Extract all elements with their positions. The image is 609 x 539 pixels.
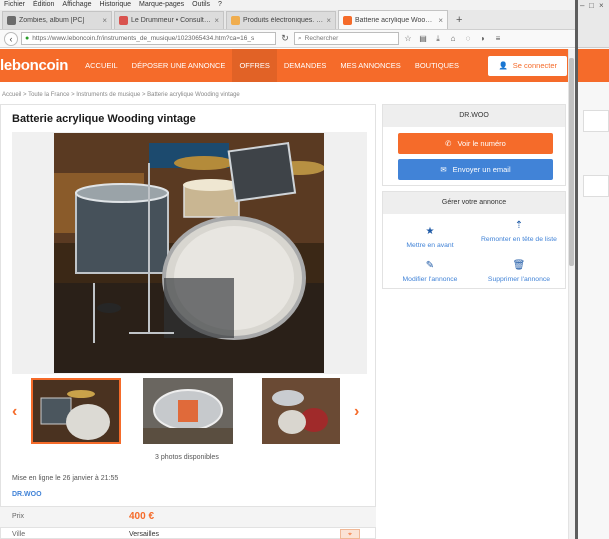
breadcrumb[interactable]: Accueil > Toute la France > Instruments … [2,92,240,98]
tab-close-icon[interactable]: × [326,16,331,25]
sort-up-icon: ⇡ [514,220,524,231]
browser-tab-4-active[interactable]: Batterie acrylique Wooding... × [338,10,448,29]
thumbnail-3[interactable] [262,378,340,444]
send-email-button[interactable]: ✉ Envoyer un email [398,159,553,180]
pocket-icon[interactable]: ◗ [477,34,489,43]
home-icon[interactable]: ⌂ [447,34,459,43]
browser-tab-2[interactable]: Le Drummeur • Consulter le... × [114,11,224,29]
nav-mes-annonces[interactable]: MES ANNONCES [333,49,407,82]
nav-deposer[interactable]: DÉPOSER UNE ANNONCE [125,49,233,82]
tab-label: Zombies, album [PC] [19,17,85,24]
menu-item-tools[interactable]: Outils [192,0,210,10]
bookmark-star-icon[interactable]: ☆ [402,34,414,43]
download-icon[interactable]: ⤓ [432,34,444,44]
edit-ad-button[interactable]: ✎ Modifier l'annonce [390,260,470,284]
tab-favicon-icon [119,16,128,25]
prev-photo-icon[interactable]: ‹ [12,403,17,421]
lock-icon: ● [25,35,30,42]
photo-count: 3 photos disponibles [155,454,219,461]
city-label: Ville [12,531,26,538]
price-row [0,506,376,528]
nav-accueil[interactable]: ACCUEIL [78,49,125,82]
tab-label: Produits électroniques. Vo... [243,17,324,24]
nav-boutiques[interactable]: BOUTIQUES [408,49,466,82]
star-icon: ★ [425,226,435,237]
minimize-icon[interactable]: – [580,1,584,10]
browser-tab-3[interactable]: Produits électroniques. Vo... × [226,11,336,29]
user-icon: 👤 [498,61,508,70]
adjacent-window-box [583,110,609,132]
city-row [0,528,376,539]
page-title: Batterie acrylique Wooding vintage [12,113,196,125]
browser-tab-1[interactable]: Zombies, album [PC] × [2,11,112,29]
tab-label: Batterie acrylique Wooding... [355,16,435,24]
promote-label: Mettre en avant [406,241,454,249]
reload-icon[interactable]: ↻ [279,33,291,44]
menu-item-bookmarks[interactable]: Marque-pages [139,0,184,10]
thumbnail-2[interactable] [143,378,233,444]
pencil-icon: ✎ [425,260,435,271]
reading-list-icon[interactable]: ▤ [417,34,429,43]
new-tab-button[interactable]: + [450,14,468,29]
view-phone-button[interactable]: ✆ Voir le numéro [398,133,553,154]
nav-demandes[interactable]: DEMANDES [277,49,334,82]
menu-item-history[interactable]: Historique [99,0,131,10]
map-pin-icon[interactable]: ⌖ [340,529,360,539]
nav-offres[interactable]: OFFRES [232,49,277,82]
adjacent-window-chrome: – □ × [578,0,609,48]
next-photo-icon[interactable]: › [354,403,359,421]
price-value: 400 € [129,511,155,522]
view-phone-label: Voir le numéro [457,139,506,148]
scrollbar-thumb[interactable] [569,58,574,266]
search-input[interactable]: ⌕ Rechercher [294,32,399,45]
menu-item-file[interactable]: Fichier [4,0,25,10]
tab-favicon-icon [343,15,352,25]
delete-ad-label: Supprimer l'annonce [487,275,551,283]
connect-label: Se connecter [512,61,557,70]
thumbnail-1[interactable] [31,378,121,444]
tab-close-icon[interactable]: × [102,16,107,25]
adjacent-window-box [583,175,609,197]
browser-tabbar: Zombies, album [PC] × Le Drummeur • Cons… [0,10,575,30]
tab-favicon-icon [231,16,240,25]
adjacent-window-header [578,49,609,82]
tab-close-icon[interactable]: × [438,16,443,25]
back-button[interactable]: ‹ [4,31,18,46]
browser-navbar: ‹ ● https://www.leboncoin.fr/instruments… [0,30,575,48]
promote-button[interactable]: ★ Mettre en avant [390,226,470,250]
posted-date: Mise en ligne le 26 janvier à 21:55 [12,475,119,482]
tab-label: Le Drummeur • Consulter le... [131,17,211,24]
menu-item-edit[interactable]: Édition [33,0,54,10]
seller-name: DR.WOO [383,105,565,127]
browser-menubar: Fichier Édition Affichage Historique Mar… [0,0,575,10]
bump-label: Remonter en tête de liste [481,235,557,243]
price-label: Prix [12,513,25,520]
close-icon[interactable]: × [599,1,604,10]
manage-title: Gérer votre annonce [383,192,565,214]
edit-ad-label: Modifier l'annonce [402,275,458,283]
phone-icon: ✆ [445,139,452,148]
url-bar[interactable]: ● https://www.leboncoin.fr/instruments_d… [21,32,276,45]
trash-icon: 🗑 [512,260,526,271]
menu-item-help[interactable]: ? [218,0,222,10]
maximize-icon[interactable]: □ [589,1,594,10]
delete-ad-button[interactable]: 🗑 Supprimer l'annonce [479,260,559,284]
hamburger-menu-icon[interactable]: ≡ [492,34,504,43]
city-value: Versailles [129,531,159,538]
tab-close-icon[interactable]: × [214,16,219,25]
envelope-icon: ✉ [440,165,447,174]
site-header: leboncoin ACCUEIL DÉPOSER UNE ANNONCE OF… [0,49,575,82]
send-email-label: Envoyer un email [452,165,511,174]
seller-link[interactable]: DR.WOO [12,491,42,498]
sync-icon[interactable]: ◌ [462,34,474,43]
connect-button[interactable]: 👤 Se connecter [488,55,567,76]
search-placeholder: Rechercher [304,35,339,42]
url-text: https://www.leboncoin.fr/instruments_de_… [32,35,255,42]
tab-favicon-icon [7,16,16,25]
menu-item-view[interactable]: Affichage [62,0,91,10]
main-photo[interactable] [54,133,324,373]
search-icon: ⌕ [298,34,302,42]
bump-button[interactable]: ⇡ Remonter en tête de liste [479,220,559,244]
site-logo[interactable]: leboncoin [0,57,68,74]
